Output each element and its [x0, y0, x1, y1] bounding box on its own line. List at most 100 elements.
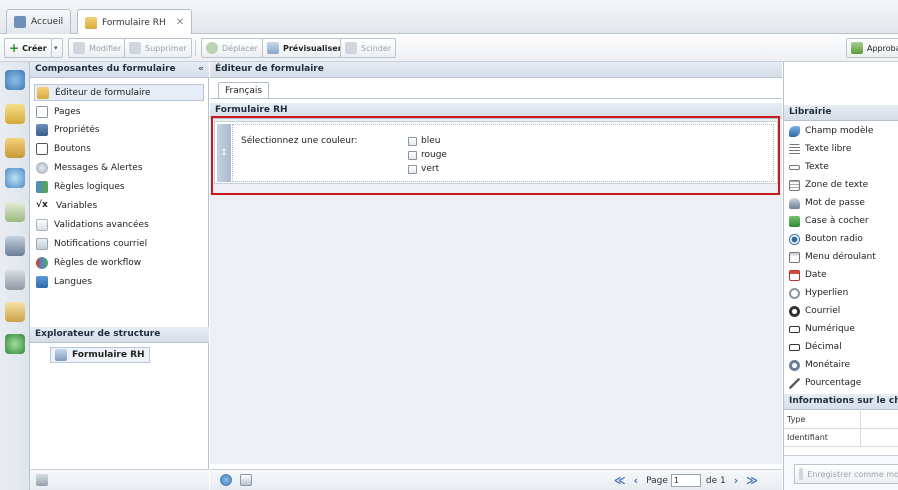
approve-button[interactable]: Approba: [846, 38, 898, 58]
prev-page-button[interactable]: ‹: [634, 474, 639, 487]
structure-explorer-header: Explorateur de structure: [30, 327, 209, 343]
edit-icon: [73, 42, 85, 54]
form-icon: [55, 349, 67, 361]
refresh-icon[interactable]: [220, 474, 232, 486]
tab-francais[interactable]: Français: [218, 82, 270, 99]
library-item-label: Pourcentage: [805, 378, 862, 388]
split-button[interactable]: Scinder: [340, 38, 397, 58]
trash-icon[interactable]: [36, 474, 48, 486]
library-item-text[interactable]: Texte: [789, 159, 829, 175]
collapse-icon[interactable]: «: [198, 62, 204, 77]
settings-icon[interactable]: [5, 70, 25, 90]
globe-icon[interactable]: [5, 168, 25, 188]
library-item-password[interactable]: Mot de passe: [789, 195, 865, 211]
tag-icon[interactable]: [5, 104, 25, 124]
move-icon: [206, 42, 218, 54]
chart-icon[interactable]: [5, 202, 25, 222]
info-row-identifier: Identifiant: [784, 429, 898, 447]
editor-footer: ≪ ‹ Page 1 de 1 › ≫: [210, 469, 782, 490]
approve-label: Approba: [867, 43, 898, 53]
library-item-email[interactable]: Courriel: [789, 303, 840, 319]
info-label: Type: [787, 415, 806, 424]
checkbox-icon: [789, 215, 800, 227]
form-editor-panel: Éditeur de formulaire Français Formulair…: [210, 62, 782, 490]
create-dropdown-button[interactable]: ▾: [51, 38, 63, 58]
save-as-template-button[interactable]: Enregistrer comme mo: [794, 464, 898, 484]
page-label: Page: [646, 475, 668, 486]
component-buttons[interactable]: Boutons: [34, 140, 91, 157]
workflow-icon: [36, 256, 48, 269]
modify-button[interactable]: Modifier: [68, 38, 127, 58]
text-field-icon: [789, 164, 800, 170]
move-button[interactable]: Déplacer: [201, 38, 263, 58]
component-advanced-validations[interactable]: Validations avancées: [34, 216, 149, 233]
component-form-editor[interactable]: Éditeur de formulaire: [34, 84, 204, 101]
component-logic-rules[interactable]: Règles logiques: [34, 178, 125, 195]
component-languages[interactable]: Langues: [34, 273, 92, 290]
tools-icon[interactable]: [5, 270, 25, 290]
library-item-radio[interactable]: Bouton radio: [789, 231, 863, 247]
save-label: Enregistrer comme mo: [807, 469, 898, 479]
page-input[interactable]: 1: [670, 474, 701, 487]
component-label: Variables: [56, 200, 98, 211]
library-item-hyperlink[interactable]: Hyperlien: [789, 285, 848, 301]
toolbar-separator: [195, 40, 196, 56]
toolbar: + Créer ▾ Modifier Supprimer Déplacer Pr…: [0, 34, 898, 62]
component-messages[interactable]: Messages & Alertes: [34, 159, 143, 176]
library-item-template-field[interactable]: Champ modèle: [789, 123, 873, 139]
components-footer: [30, 469, 209, 490]
next-page-button[interactable]: ›: [734, 474, 739, 487]
page-of-label: de 1: [705, 475, 726, 486]
split-icon: [345, 42, 357, 54]
numeric-icon: [789, 325, 800, 333]
library-item-label: Bouton radio: [805, 234, 863, 244]
first-page-button[interactable]: ≪: [614, 474, 626, 487]
chevron-down-icon: ▾: [54, 44, 58, 52]
approve-icon: [851, 42, 863, 54]
world-icon[interactable]: [5, 334, 25, 354]
editor-title: Éditeur de formulaire: [215, 64, 324, 74]
library-item-free-text[interactable]: Texte libre: [789, 141, 851, 157]
at-sign-icon: [789, 305, 800, 317]
component-label: Boutons: [54, 143, 91, 154]
plus-icon: +: [9, 41, 20, 55]
library-item-label: Monétaire: [805, 360, 851, 370]
selection-highlight: [211, 116, 780, 195]
library-item-dropdown[interactable]: Menu déroulant: [789, 249, 876, 265]
move-label: Déplacer: [222, 43, 258, 53]
tab-formulaire-rh[interactable]: Formulaire RH ✕: [77, 9, 193, 35]
library-item-label: Case à cocher: [805, 216, 869, 226]
library-item-currency[interactable]: Monétaire: [789, 357, 850, 373]
component-properties[interactable]: Propriétés: [34, 121, 99, 138]
library-item-percentage[interactable]: Pourcentage: [789, 375, 861, 391]
logic-rules-icon: [36, 180, 48, 193]
component-email-notifications[interactable]: Notifications courriel: [34, 235, 147, 252]
component-variables[interactable]: √x Variables: [34, 197, 97, 214]
sqrt-icon: √x: [36, 199, 48, 210]
structure-node-form[interactable]: Formulaire RH: [50, 347, 150, 363]
library-item-date[interactable]: Date: [789, 267, 827, 283]
info-value: [860, 411, 898, 428]
database-icon[interactable]: [5, 236, 25, 256]
form-editor-icon[interactable]: [5, 138, 25, 158]
library-item-textarea[interactable]: Zone de texte: [789, 177, 868, 193]
export-icon[interactable]: [240, 474, 252, 486]
close-icon[interactable]: ✕: [176, 17, 184, 28]
library-item-checkbox[interactable]: Case à cocher: [789, 213, 869, 229]
library-item-decimal[interactable]: Décimal: [789, 339, 842, 355]
component-label: Propriétés: [54, 124, 100, 135]
last-page-button[interactable]: ≫: [746, 474, 758, 487]
component-pages[interactable]: Pages: [34, 103, 80, 120]
language-tab-divider: [210, 98, 782, 99]
tab-accueil[interactable]: Accueil: [6, 9, 72, 34]
pager: ≪ ‹ Page 1 de 1 › ≫: [614, 474, 758, 487]
library-item-numeric[interactable]: Numérique: [789, 321, 855, 337]
component-workflow-rules[interactable]: Règles de workflow: [34, 254, 141, 271]
users-icon[interactable]: [5, 302, 25, 322]
delete-button[interactable]: Supprimer: [124, 38, 192, 58]
structure-node-label: Formulaire RH: [72, 350, 145, 360]
delete-label: Supprimer: [145, 43, 187, 53]
create-button[interactable]: + Créer: [4, 38, 52, 58]
preview-button[interactable]: Prévisualiser: [262, 38, 347, 58]
message-icon: [36, 161, 48, 174]
